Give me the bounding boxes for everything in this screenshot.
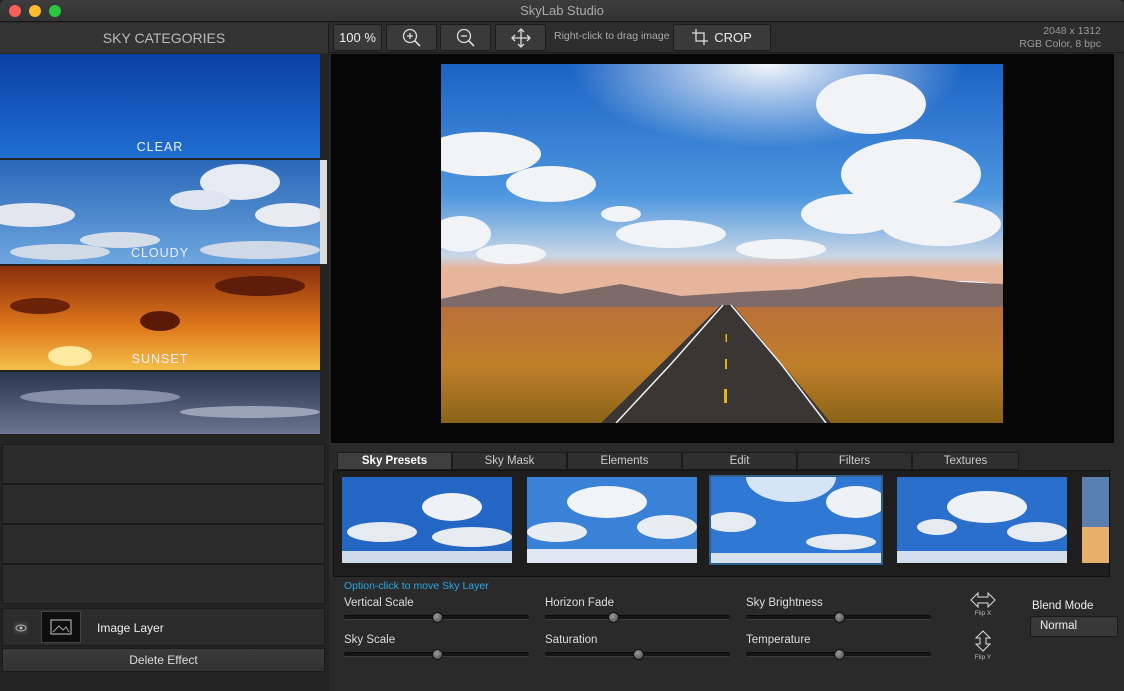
tab-elements[interactable]: Elements xyxy=(567,452,682,470)
slider-track[interactable] xyxy=(545,615,730,620)
tab-textures[interactable]: Textures xyxy=(912,452,1019,470)
image-size: 2048 x 1312 xyxy=(1043,25,1101,37)
slider-knob[interactable] xyxy=(833,612,845,623)
flip-vertical-icon xyxy=(974,630,992,652)
category-label: CLEAR xyxy=(136,140,184,154)
delete-effect-button[interactable]: Delete Effect xyxy=(2,648,325,672)
zoom-out-icon xyxy=(456,28,475,47)
color-mode: RGB Color, 8 bpc xyxy=(1019,38,1101,50)
move-sky-hint: Option-click to move Sky Layer xyxy=(344,580,489,592)
toolbar: SKY CATEGORIES 100 % Right-click to drag… xyxy=(0,23,1124,53)
slider-knob[interactable] xyxy=(632,649,644,660)
category-scrollbar[interactable] xyxy=(320,160,327,264)
blend-mode-label: Blend Mode xyxy=(1032,600,1094,612)
panel-tabs: Sky Presets Sky Mask Elements Edit Filte… xyxy=(337,452,1019,470)
tab-sky-presets[interactable]: Sky Presets xyxy=(337,452,452,470)
flip-x-button[interactable]: Flip X xyxy=(968,591,998,617)
zoom-out-button[interactable] xyxy=(440,24,491,51)
window-title: SkyLab Studio xyxy=(520,3,604,18)
category-label: CLOUDY xyxy=(130,246,190,260)
title-bar: SkyLab Studio xyxy=(0,0,1124,22)
sky-preset-thumbnail[interactable] xyxy=(897,477,1067,563)
drag-hint: Right-click to drag image xyxy=(554,30,670,42)
slider-knob[interactable] xyxy=(431,612,443,623)
sky-preset-thumbnail[interactable] xyxy=(1082,477,1109,563)
app-window: SkyLab Studio SKY CATEGORIES 100 % Right… xyxy=(0,0,1124,691)
pan-button[interactable] xyxy=(495,24,546,51)
crop-button[interactable]: CROP xyxy=(673,24,771,51)
crop-label: CROP xyxy=(714,30,752,45)
image-info: 2048 x 1312 RGB Color, 8 bpc xyxy=(1019,25,1101,51)
tab-edit[interactable]: Edit xyxy=(682,452,797,470)
category-clear[interactable]: CLEAR xyxy=(0,54,320,158)
image-icon xyxy=(50,619,72,635)
sky-preset-thumbnail[interactable] xyxy=(527,477,697,563)
eye-icon[interactable] xyxy=(13,621,29,635)
layer-name: Image Layer xyxy=(97,621,164,635)
left-panel: CLEAR CLOUDY SUNSET Image Layer Delete E… xyxy=(0,54,329,691)
zoom-level-button[interactable]: 100 % xyxy=(333,24,382,51)
slider-label: Vertical Scale xyxy=(344,597,414,609)
blend-mode-select[interactable]: Normal xyxy=(1030,616,1118,637)
storm-sky-thumbnail xyxy=(0,372,320,434)
flip-y-button[interactable]: Flip Y xyxy=(968,630,998,661)
flip-horizontal-icon xyxy=(970,591,996,609)
flip-x-label: Flip X xyxy=(974,610,992,617)
sky-categories-header: SKY CATEGORIES xyxy=(0,23,329,53)
slider-label: Temperature xyxy=(746,634,811,646)
category-label: SUNSET xyxy=(131,352,189,366)
slider-knob[interactable] xyxy=(833,649,845,660)
sky-preset-thumbnail-selected[interactable] xyxy=(709,475,883,565)
slider-label: Horizon Fade xyxy=(545,597,615,609)
crop-icon xyxy=(692,29,709,45)
effect-slot[interactable] xyxy=(2,484,325,524)
effect-slot[interactable] xyxy=(2,444,325,484)
slider-knob[interactable] xyxy=(431,649,443,660)
zoom-in-icon xyxy=(402,28,421,47)
tab-sky-mask[interactable]: Sky Mask xyxy=(452,452,567,470)
slider-label: Saturation xyxy=(545,634,598,646)
move-arrows-icon xyxy=(510,28,531,48)
category-storm[interactable] xyxy=(0,372,320,434)
effect-slot[interactable] xyxy=(2,524,325,564)
category-cloudy[interactable]: CLOUDY xyxy=(0,160,320,264)
layer-thumbnail xyxy=(41,611,81,643)
slider-label: Sky Brightness xyxy=(746,597,823,609)
close-button[interactable] xyxy=(9,5,21,17)
zoom-button[interactable] xyxy=(49,5,61,17)
image-layer-row[interactable]: Image Layer xyxy=(2,608,325,646)
category-sunset[interactable]: SUNSET xyxy=(0,266,320,370)
zoom-in-button[interactable] xyxy=(386,24,437,51)
flip-y-label: Flip Y xyxy=(974,654,992,661)
sky-preset-thumbnail[interactable] xyxy=(342,477,512,563)
minimize-button[interactable] xyxy=(29,5,41,17)
tab-filters[interactable]: Filters xyxy=(797,452,912,470)
main-image[interactable] xyxy=(441,64,1003,423)
sky-presets-strip xyxy=(333,470,1110,577)
slider-label: Sky Scale xyxy=(344,634,396,646)
effect-slot[interactable] xyxy=(2,564,325,604)
road-landscape-image xyxy=(441,64,1003,423)
canvas-area[interactable] xyxy=(331,54,1114,443)
slider-knob[interactable] xyxy=(608,612,620,623)
